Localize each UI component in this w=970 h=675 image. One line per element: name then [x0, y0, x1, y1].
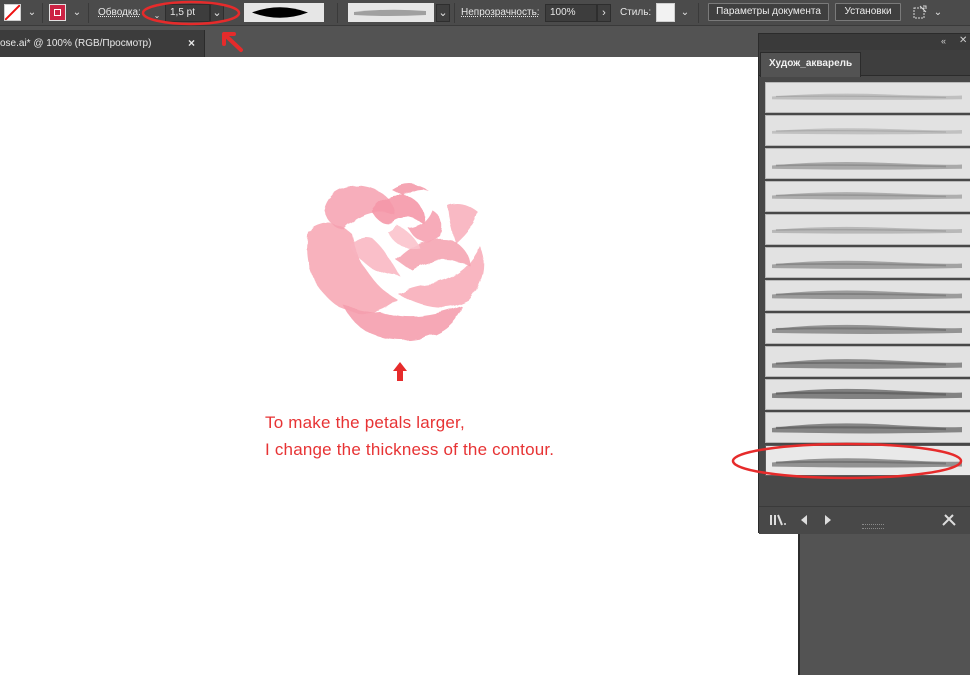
annotation-text: To make the petals larger, I change the … [265, 409, 554, 463]
watercolor-brush-5[interactable] [765, 214, 970, 245]
brush-stroke-preview [771, 359, 962, 369]
panel-title-strip[interactable]: « ✕ [759, 34, 970, 50]
divider [337, 3, 338, 23]
watercolor-brush-3[interactable] [765, 148, 970, 179]
stroke-chevron-down-icon[interactable]: ⌄ [70, 4, 84, 21]
watercolor-brush-6[interactable] [765, 247, 970, 278]
brush-stroke-preview [771, 128, 962, 135]
opacity-input[interactable]: 100% [545, 4, 597, 22]
collapse-panel-icon[interactable]: « [941, 36, 946, 46]
style-chevron-down-icon[interactable]: ⌄ [678, 4, 692, 21]
divider [454, 3, 455, 23]
variable-width-profile[interactable] [244, 3, 324, 22]
arrow-up-icon [393, 362, 407, 381]
document-tab-title: ose.ai* @ 100% (RGB/Просмотр) [0, 38, 152, 49]
brush-library-panel: « ✕ Худож_акварель [758, 33, 970, 534]
brush-chevron-down-icon[interactable]: ⌄ [436, 4, 450, 22]
brush-definition-preview[interactable] [348, 3, 434, 22]
brush-stroke-preview [771, 93, 962, 100]
brush-stroke-preview [771, 192, 962, 200]
watercolor-brush-4[interactable] [765, 181, 970, 212]
stroke-weight-input[interactable]: 1,5 pt [165, 4, 210, 22]
watercolor-brush-9[interactable] [765, 346, 970, 377]
graphic-style-swatch[interactable] [656, 3, 675, 22]
document-setup-button[interactable]: Параметры документа [708, 3, 829, 21]
divider [42, 3, 43, 23]
brush-options-icon[interactable] [941, 513, 957, 530]
brush-libraries-menu-icon[interactable] [769, 513, 787, 530]
previous-library-icon[interactable] [799, 513, 809, 530]
tab-watercolor-library[interactable]: Худож_акварель [760, 52, 861, 77]
annotation-line-1: To make the petals larger, [265, 413, 465, 432]
preferences-button[interactable]: Установки [835, 3, 901, 21]
watercolor-brush-7[interactable] [765, 280, 970, 311]
artboard-canvas[interactable]: To make the petals larger, I change the … [0, 57, 798, 675]
brush-stroke-preview [771, 161, 962, 170]
style-label: Стиль: [620, 7, 652, 18]
watercolor-brush-11[interactable] [765, 412, 970, 443]
artwork-layer [306, 184, 485, 381]
watercolor-brush-1[interactable] [765, 82, 970, 113]
divider [698, 3, 699, 23]
brush-stroke-preview [771, 388, 962, 400]
watercolor-brush-8[interactable] [765, 313, 970, 344]
panel-footer [759, 506, 970, 534]
document-tab[interactable]: ose.ai* @ 100% (RGB/Просмотр) × [0, 30, 205, 57]
brush-stroke-preview [771, 226, 962, 234]
fill-chevron-down-icon[interactable]: ⌄ [25, 4, 39, 21]
annotation-line-2: I change the thickness of the contour. [265, 440, 555, 459]
opacity-label[interactable]: Непрозрачность: [461, 7, 540, 19]
control-bar: ⌄ ⌄ Обводка: ⌃ ⌄ 1,5 pt ⌄ ⌄ Непрозрачнос… [0, 0, 970, 26]
watercolor-brush-10[interactable] [765, 379, 970, 410]
panel-resize-grip[interactable] [862, 524, 884, 529]
stroke-inner-square [54, 9, 61, 16]
rose-illustration[interactable] [306, 184, 485, 341]
stroke-weight-stepper[interactable]: ⌃ ⌄ [150, 4, 164, 22]
divider [88, 3, 89, 23]
watercolor-brush-2[interactable] [765, 115, 970, 146]
fill-none-swatch[interactable] [4, 4, 21, 21]
panel-tab-bar: Худож_акварель [759, 50, 970, 77]
brush-stroke-preview [771, 324, 962, 334]
watercolor-brush-12[interactable] [765, 445, 970, 476]
opacity-chevron-right-icon[interactable]: › [597, 4, 611, 22]
next-library-icon[interactable] [823, 513, 833, 530]
stroke-label[interactable]: Обводка: [98, 7, 141, 19]
illustrator-window: ⌄ ⌄ Обводка: ⌃ ⌄ 1,5 pt ⌄ ⌄ Непрозрачнос… [0, 0, 970, 675]
brush-stroke-preview [771, 458, 962, 468]
brush-stroke-preview [771, 423, 962, 434]
brush-stroke-preview [771, 260, 962, 269]
transform-icon[interactable] [911, 3, 929, 21]
brush-list [765, 82, 970, 478]
brush-stroke-preview [771, 290, 962, 300]
stepper-down-icon[interactable]: ⌄ [150, 12, 164, 20]
transform-chevron-down-icon[interactable]: ⌄ [931, 4, 945, 21]
close-panel-icon[interactable]: ✕ [959, 35, 967, 46]
stroke-color-swatch[interactable] [49, 4, 66, 21]
close-icon[interactable]: × [188, 36, 195, 50]
stroke-weight-chevron-down-icon[interactable]: ⌄ [210, 4, 224, 22]
